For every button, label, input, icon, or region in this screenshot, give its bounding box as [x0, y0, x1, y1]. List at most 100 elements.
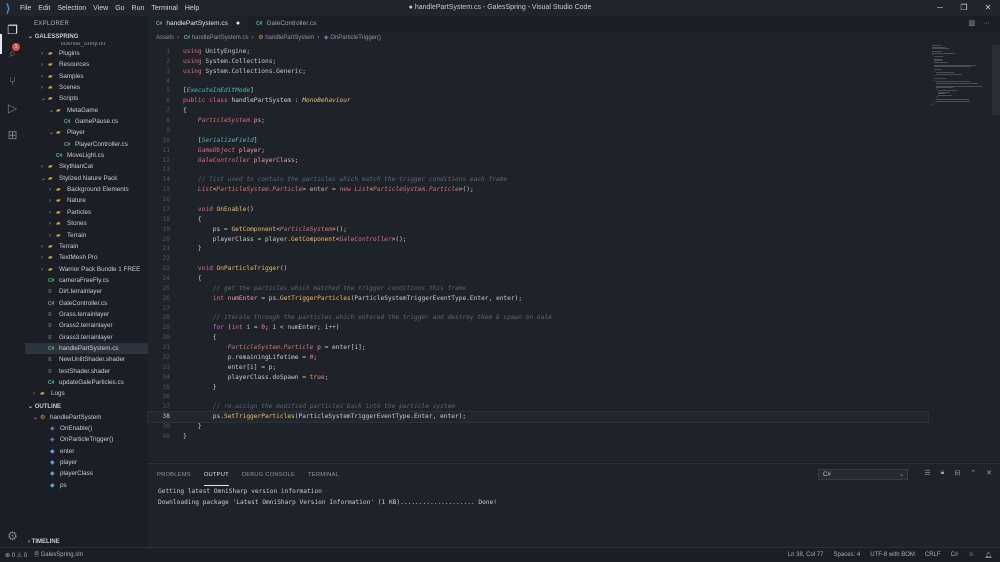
code-line[interactable]: 39 } — [148, 422, 928, 432]
tree-item[interactable]: ⌄ ▰ Player — [25, 127, 148, 138]
code-line[interactable]: 9 — [148, 126, 928, 136]
code-line[interactable]: 38 ps.SetTriggerParticles(ParticleSystem… — [147, 411, 929, 424]
indentation[interactable]: Spaces: 4 — [834, 552, 861, 558]
code-line[interactable]: 34 playerClass.doSpawn = true; — [148, 373, 928, 383]
code-line[interactable]: 24 { — [148, 274, 928, 284]
tree-item[interactable]: ⌄ ▰ Stylized Nature Pack — [25, 173, 148, 184]
tab-galecontroller[interactable]: C# GaleController.cs — [248, 16, 324, 32]
code-line[interactable]: 26 int numEnter = ps.GetTriggerParticles… — [148, 294, 928, 304]
code-line[interactable]: 33 enter[i] = p; — [148, 363, 928, 373]
code-line[interactable]: 30 { — [148, 333, 928, 343]
tree-item[interactable]: › ▰ TextMesh Pro — [25, 252, 148, 263]
tree-item[interactable]: C# GamePause.cs — [25, 116, 148, 127]
code-line[interactable]: 40} — [148, 432, 928, 442]
tree-item[interactable]: › ▰ Particles — [25, 207, 148, 218]
code-editor[interactable]: 1 using UnityEngine; 2 using System.Collect… — [147, 45, 929, 463]
code-line[interactable]: 27 — [148, 304, 928, 314]
breadcrumb-class[interactable]: handlePartSystem — [265, 35, 314, 41]
tree-item[interactable]: ≡ Grass.terrainlayer — [25, 309, 148, 320]
minimize-icon[interactable]: ─ — [928, 0, 952, 16]
code-line[interactable]: 11 GameObject player; — [148, 146, 928, 156]
notifications-icon[interactable]: 🔔︎ — [984, 552, 992, 559]
tree-item[interactable]: ≡ Grass3.terrainlayer — [25, 332, 148, 343]
menu-go[interactable]: Go — [115, 5, 124, 12]
code-line[interactable]: 22 — [148, 254, 928, 264]
tree-item[interactable]: › ▰ Samples — [25, 71, 148, 82]
workspace-header[interactable]: ⌄ GALESSPRING — [25, 32, 148, 42]
menu-edit[interactable]: Edit — [38, 5, 50, 12]
tree-item[interactable]: › ▰ Warrior Pack Bundle 1 FREE — [25, 264, 148, 275]
outline-item[interactable]: ◆ playerClass — [25, 468, 148, 479]
code-line[interactable]: 31 ParticleSystem.Particle p = enter[i]; — [148, 343, 928, 353]
code-line[interactable]: 18 { — [148, 215, 928, 225]
menu-selection[interactable]: Selection — [57, 5, 86, 12]
minimap[interactable] — [932, 45, 988, 105]
breadcrumb-folder[interactable]: Assets — [156, 35, 174, 41]
tab-problems[interactable]: PROBLEMS — [157, 464, 191, 486]
maximize-panel-icon[interactable]: ⌃ — [970, 469, 976, 477]
tree-item[interactable]: ⌄ ▰ Scripts — [25, 93, 148, 104]
tree-item[interactable]: › ▰ SkythianCat — [25, 161, 148, 172]
code-line[interactable]: 23 void OnParticleTrigger() — [148, 264, 928, 274]
tab-debug-console[interactable]: DEBUG CONSOLE — [242, 464, 295, 486]
code-line[interactable]: 1 using UnityEngine; — [148, 47, 928, 57]
code-line[interactable]: 16 — [148, 195, 928, 205]
tree-item[interactable]: C# GaleController.cs — [25, 298, 148, 309]
tab-output[interactable]: OUTPUT — [203, 464, 229, 486]
outline-item[interactable]: ◈ OnEnable() — [25, 423, 148, 434]
tree-item[interactable]: ≡ Dirt.terrainlayer — [25, 286, 148, 297]
code-line[interactable]: 6 public class handlePartSystem : MonoBeh… — [148, 96, 928, 106]
outline-item[interactable]: ◆ player — [25, 457, 148, 468]
tree-item[interactable]: › ▰ Stones — [25, 218, 148, 229]
tree-item[interactable]: C# MoveLight.cs — [25, 150, 148, 161]
tree-item[interactable]: › ▰ Scenes — [25, 82, 148, 93]
problems-status[interactable]: ⊗ 0 ⚠ 0 — [5, 552, 27, 559]
tree-item[interactable]: C# updateGaleParticles.cs — [25, 377, 148, 388]
search-icon[interactable]: ⌕ — [5, 46, 20, 61]
code-line[interactable]: 20 playerClass = player.GetComponent<Gal… — [148, 235, 928, 245]
code-line[interactable]: 12 GaleController playerClass; — [148, 156, 928, 166]
timeline-header[interactable]: › TIMELINE — [25, 537, 148, 547]
manage-gear-icon[interactable]: ⚙ — [5, 528, 20, 543]
tree-item[interactable]: › ▰ Logs — [25, 388, 148, 399]
outline-item[interactable]: ⌄ ⚙ handlePartSystem — [25, 412, 148, 423]
code-line[interactable]: 3 using System.Collections.Generic; — [148, 67, 928, 77]
breadcrumb-file[interactable]: handlePartSystem.cs — [192, 35, 249, 41]
menu-view[interactable]: View — [93, 5, 108, 12]
file-encoding[interactable]: UTF-8 with BOM — [870, 552, 915, 558]
tree-item[interactable]: › ▰ Resources — [25, 59, 148, 70]
tree-item[interactable]: ≡ Grass2.terrainlayer — [25, 320, 148, 331]
extensions-icon[interactable]: ⊞ — [5, 127, 20, 142]
tree-item[interactable]: › ▰ Nature — [25, 195, 148, 206]
menu-file[interactable]: File — [20, 5, 31, 12]
code-line[interactable]: 21 } — [148, 244, 928, 254]
language-mode[interactable]: C# — [951, 552, 959, 558]
code-line[interactable]: 37 // re-assign the modified particles b… — [148, 402, 928, 412]
source-control-icon[interactable]: ⑂ — [5, 73, 20, 88]
tree-item[interactable]: › ▰ Terrain — [25, 230, 148, 241]
menu-help[interactable]: Help — [185, 5, 199, 12]
feedback-icon[interactable]: ☺ — [968, 552, 974, 558]
end-of-line[interactable]: CRLF — [925, 552, 941, 558]
code-line[interactable]: 28 // iterate through the particles whic… — [148, 313, 928, 323]
clear-output-icon[interactable]: ☰ — [924, 469, 930, 477]
outline-header[interactable]: ⌄ OUTLINE — [25, 402, 148, 412]
code-line[interactable]: 10 [SerializeField] — [148, 136, 928, 146]
explorer-icon[interactable]: ❐ — [5, 22, 20, 37]
tree-item[interactable]: C# cameraFreeFly.cs — [25, 275, 148, 286]
tree-item[interactable]: ≡ NewUnlitShader.shader — [25, 354, 148, 365]
tree-item[interactable]: › ▰ Background Elements — [25, 184, 148, 195]
cursor-position[interactable]: Ln 38, Col 77 — [788, 552, 824, 558]
code-line[interactable]: 5 [ExecuteInEditMode] — [148, 86, 928, 96]
code-line[interactable]: 8 ParticleSystem ps; — [148, 116, 928, 126]
tree-item[interactable]: C# PlayerController.cs — [25, 139, 148, 150]
open-in-editor-icon[interactable]: ⊟ — [954, 469, 960, 477]
breadcrumb-method[interactable]: OnParticleTrigger() — [330, 35, 381, 41]
unsaved-dot-icon[interactable]: ● — [236, 16, 240, 32]
code-line[interactable]: 7{ — [148, 106, 928, 116]
code-line[interactable]: 4 — [148, 77, 928, 87]
tab-terminal[interactable]: TERMINAL — [308, 464, 339, 486]
split-editor-icon[interactable]: ▥ — [968, 16, 975, 32]
outline-item[interactable]: ◆ enter — [25, 446, 148, 457]
project-status[interactable]: 🗎︎ GalesSpring.sln — [34, 550, 83, 560]
